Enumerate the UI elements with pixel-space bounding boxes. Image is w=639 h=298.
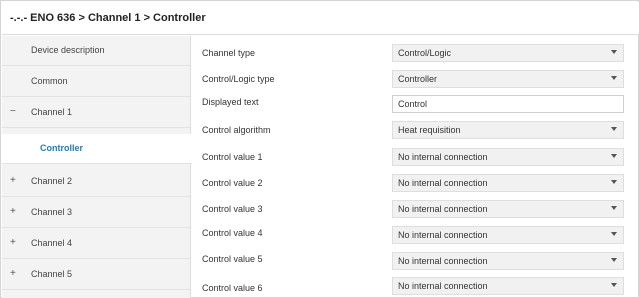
select-value: No internal connection — [398, 230, 488, 240]
sidebar-item-controller[interactable]: Controller — [2, 134, 192, 164]
app-window: -.-.- ENO 636 > Channel 1 > Controller D… — [0, 0, 639, 298]
sidebar-item-label: Channel 1 — [31, 107, 73, 117]
select-value: No internal connection — [398, 256, 488, 266]
param-row-channel-type: Channel type Control/Logic — [192, 40, 638, 66]
chevron-down-icon — [611, 283, 617, 287]
param-label: Displayed text — [202, 97, 259, 107]
param-label: Control algorithm — [202, 125, 271, 135]
chevron-down-icon — [611, 50, 617, 54]
displayed-text-input[interactable] — [392, 95, 624, 113]
breadcrumb: -.-.- ENO 636 > Channel 1 > Controller — [10, 12, 206, 24]
param-row-control-algorithm: Control algorithm Heat requisition — [192, 117, 638, 143]
param-row-control-value-5: Control value 5 No internal connection — [192, 248, 638, 274]
sidebar-item-label: Common — [31, 76, 68, 86]
chevron-down-icon — [611, 232, 617, 236]
sidebar-item-label: Controller — [40, 143, 84, 153]
param-row-control-value-6: Control value 6 No internal connection — [192, 273, 638, 298]
minus-icon[interactable]: − — [10, 106, 16, 117]
param-label: Control value 2 — [202, 178, 263, 188]
select-value: No internal connection — [398, 204, 488, 214]
param-row-control-logic-type: Control/Logic type Controller — [192, 66, 638, 92]
sidebar-item-label: Channel 4 — [31, 238, 73, 248]
select-value: No internal connection — [398, 178, 488, 188]
control-value-5-select[interactable]: No internal connection — [392, 252, 624, 270]
channel-type-select[interactable]: Control/Logic — [392, 44, 624, 62]
param-row-displayed-text: Displayed text — [192, 91, 638, 117]
chevron-down-icon — [611, 127, 617, 131]
sidebar-item-channel-4[interactable]: + Channel 4 — [2, 229, 190, 259]
chevron-down-icon — [611, 180, 617, 184]
select-value: Controller — [398, 74, 438, 84]
select-value: Control/Logic — [398, 48, 452, 58]
param-label: Control value 6 — [202, 283, 263, 293]
sidebar-item-label: Channel 5 — [31, 269, 73, 279]
chevron-down-icon — [611, 206, 617, 210]
sidebar-item-channel-2[interactable]: + Channel 2 — [2, 167, 190, 197]
sidebar-item-label: Device description — [31, 45, 105, 55]
param-label: Control value 4 — [202, 228, 263, 238]
plus-icon[interactable]: + — [10, 175, 16, 186]
param-label: Channel type — [202, 48, 256, 58]
control-value-2-select[interactable]: No internal connection — [392, 174, 624, 192]
param-label: Control value 5 — [202, 254, 263, 264]
sidebar-item-channel-5[interactable]: + Channel 5 — [2, 260, 190, 290]
control-logic-type-select[interactable]: Controller — [392, 70, 624, 88]
control-value-1-select[interactable]: No internal connection — [392, 148, 624, 166]
plus-icon[interactable]: + — [10, 237, 16, 248]
sidebar-item-label: Channel 3 — [31, 207, 73, 217]
param-row-control-value-2: Control value 2 No internal connection — [192, 170, 638, 196]
control-value-6-select[interactable]: No internal connection — [392, 277, 624, 295]
param-label: Control value 1 — [202, 152, 263, 162]
sidebar-item-channel-3[interactable]: + Channel 3 — [2, 198, 190, 228]
chevron-down-icon — [611, 76, 617, 80]
control-value-4-select[interactable]: No internal connection — [392, 226, 624, 244]
chevron-down-icon — [611, 258, 617, 262]
plus-icon[interactable]: + — [10, 268, 16, 279]
control-algorithm-select[interactable]: Heat requisition — [392, 121, 624, 139]
sidebar-item-label: Channel 2 — [31, 176, 73, 186]
displayed-text-field[interactable] — [393, 96, 623, 112]
select-value: Heat requisition — [398, 125, 461, 135]
control-value-3-select[interactable]: No internal connection — [392, 200, 624, 218]
param-label: Control value 3 — [202, 204, 263, 214]
chevron-down-icon — [611, 154, 617, 158]
header-bar: -.-.- ENO 636 > Channel 1 > Controller — [2, 2, 639, 35]
select-value: No internal connection — [398, 152, 488, 162]
param-row-control-value-4: Control value 4 No internal connection — [192, 222, 638, 248]
param-row-control-value-3: Control value 3 No internal connection — [192, 196, 638, 222]
sidebar: Device description Common − Channel 1 Co… — [2, 36, 192, 298]
param-label: Control/Logic type — [202, 74, 275, 84]
plus-icon[interactable]: + — [10, 206, 16, 217]
sidebar-item-device-description[interactable]: Device description — [2, 36, 190, 66]
select-value: No internal connection — [398, 281, 488, 291]
sidebar-item-channel-1[interactable]: − Channel 1 — [2, 98, 190, 128]
sidebar-item-common[interactable]: Common — [2, 67, 190, 97]
param-row-control-value-1: Control value 1 No internal connection — [192, 144, 638, 170]
